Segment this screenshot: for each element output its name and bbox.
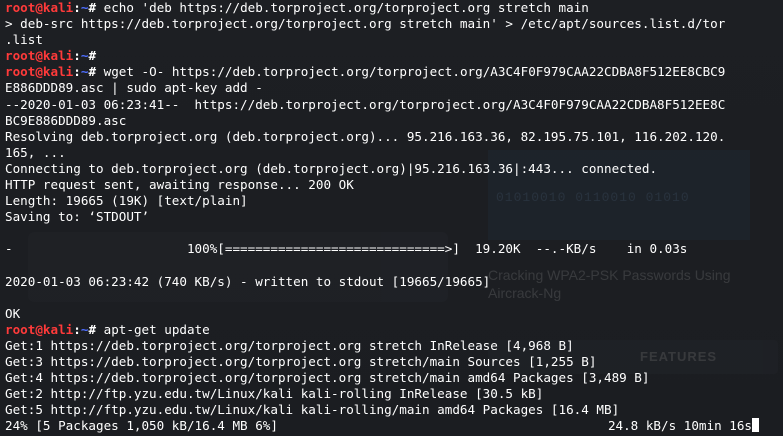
- output-line: - 100%[=============================>] 1…: [5, 241, 783, 257]
- output-text: Saving to: ‘STDOUT’: [5, 209, 150, 225]
- output-text: Resolving deb.torproject.org (deb.torpro…: [5, 128, 726, 144]
- output-line: Resolving deb.torproject.org (deb.torpro…: [5, 129, 783, 145]
- prompt-symbol: #: [88, 0, 97, 15]
- output-text: Get:3 https://deb.torproject.org/torproj…: [5, 354, 597, 370]
- prompt-symbol: #: [88, 48, 97, 64]
- prompt-user: root@kali: [5, 0, 74, 15]
- output-line: 165, ...: [5, 145, 783, 161]
- prompt-separator: :: [73, 321, 81, 337]
- output-text: E886DDD89.asc | sudo apt-key add -: [5, 80, 263, 96]
- prompt-line: root@kali:~# echo 'deb https://deb.torpr…: [5, 0, 783, 16]
- download-rate-value: 24.8 kB/s 10min 16s: [607, 418, 752, 434]
- prompt-separator: :: [73, 64, 81, 80]
- output-line: Get:4 https://deb.torproject.org/torproj…: [5, 370, 783, 386]
- prompt-user: root@kali: [5, 321, 74, 337]
- output-line: 2020-01-03 06:23:42 (740 KB/s) - written…: [5, 274, 783, 290]
- command-text: apt-get update: [96, 321, 210, 337]
- output-text: 165, ...: [5, 144, 66, 160]
- output-text: Get:5 http://ftp.yzu.edu.tw/Linux/kali k…: [5, 402, 620, 418]
- prompt-symbol: #: [88, 64, 97, 80]
- output-text: Length: 19665 (19K) [text/plain]: [5, 193, 248, 209]
- prompt-user: root@kali: [5, 48, 74, 64]
- prompt-user: root@kali: [5, 64, 74, 80]
- text-cursor[interactable]: [752, 418, 759, 433]
- output-line: Get:2 http://ftp.yzu.edu.tw/Linux/kali k…: [5, 386, 783, 402]
- output-text: BC9E886DDD89.asc: [5, 112, 127, 128]
- download-rate-text: 24.8 kB/s 10min 16s: [608, 418, 759, 434]
- output-text: Get:4 https://deb.torproject.org/torproj…: [5, 370, 650, 386]
- output-line: .list: [5, 32, 783, 48]
- prompt-separator: :: [73, 48, 81, 64]
- terminal-window[interactable]: 01010010 0110010 01010 Cracking WPA2-PSK…: [0, 0, 783, 436]
- output-text: > deb-src https://deb.torproject.org/tor…: [5, 16, 726, 32]
- output-text: --2020-01-03 06:23:41-- https://deb.torp…: [5, 96, 726, 112]
- prompt-symbol: #: [88, 321, 97, 337]
- progress-status-text: 24% [5 Packages 1,050 kB/16.4 MB 6%]: [5, 418, 278, 434]
- prompt-line: root@kali:~#: [5, 48, 783, 64]
- command-text: echo 'deb https://deb.torproject.org/tor…: [96, 0, 589, 15]
- output-text: Get:1 https://deb.torproject.org/torproj…: [5, 337, 574, 353]
- output-line: Get:1 https://deb.torproject.org/torproj…: [5, 338, 783, 354]
- output-line: Saving to: ‘STDOUT’: [5, 209, 783, 225]
- terminal-output[interactable]: root@kali:~# echo 'deb https://deb.torpr…: [5, 0, 783, 435]
- output-line: Get:5 http://ftp.yzu.edu.tw/Linux/kali k…: [5, 402, 783, 418]
- output-line: Get:3 https://deb.torproject.org/torproj…: [5, 354, 783, 370]
- output-text: 2020-01-03 06:23:42 (740 KB/s) - written…: [5, 273, 491, 289]
- output-line: --2020-01-03 06:23:41-- https://deb.torp…: [5, 97, 783, 113]
- output-line: HTTP request sent, awaiting response... …: [5, 177, 783, 193]
- output-line: Connecting to deb.torproject.org (deb.to…: [5, 161, 783, 177]
- output-text: Get:2 http://ftp.yzu.edu.tw/Linux/kali k…: [5, 386, 544, 402]
- output-text: .list: [5, 32, 43, 48]
- output-line: BC9E886DDD89.asc: [5, 113, 783, 129]
- output-text: - 100%[=============================>] 1…: [5, 241, 688, 257]
- status-line: 24% [5 Packages 1,050 kB/16.4 MB 6%] 24.8…: [5, 418, 783, 434]
- output-text: HTTP request sent, awaiting response... …: [5, 177, 354, 193]
- prompt-separator: :: [73, 0, 81, 15]
- output-line: > deb-src https://deb.torproject.org/tor…: [5, 16, 783, 32]
- output-line: OK: [5, 306, 783, 322]
- output-text: OK: [5, 305, 21, 321]
- output-line: E886DDD89.asc | sudo apt-key add -: [5, 80, 783, 96]
- prompt-line: root@kali:~# apt-get update: [5, 322, 783, 338]
- output-text: Connecting to deb.torproject.org (deb.to…: [5, 160, 658, 176]
- command-text: wget -O- https://deb.torproject.org/torp…: [96, 64, 726, 80]
- output-line: Length: 19665 (19K) [text/plain]: [5, 193, 783, 209]
- prompt-line: root@kali:~# wget -O- https://deb.torpro…: [5, 64, 783, 80]
